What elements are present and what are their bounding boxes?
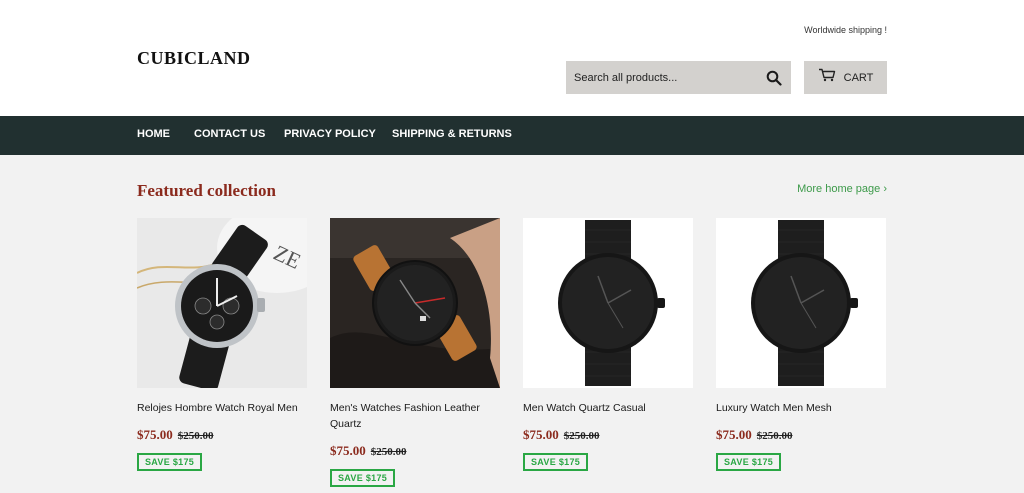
more-home-page-link[interactable]: More home page › (797, 183, 887, 195)
product-card: Men Watch Quartz Casual $75.00 $250.00 S… (523, 218, 693, 471)
search-input[interactable]: Search all products... (574, 72, 757, 84)
product-title[interactable]: Men's Watches Fashion Leather Quartz (330, 400, 500, 432)
save-badge: SAVE $175 (137, 453, 203, 471)
compare-price: $250.00 (756, 430, 793, 442)
compare-price: $250.00 (177, 430, 214, 442)
nav-item-home[interactable]: HOME (137, 128, 170, 140)
save-badge: SAVE $175 (330, 469, 396, 487)
compare-price: $250.00 (563, 430, 600, 442)
price-row: $75.00 $250.00 (716, 427, 886, 443)
product-image[interactable] (716, 218, 886, 388)
product-image[interactable] (330, 218, 500, 388)
cart-label: CART (843, 71, 874, 84)
price-row: $75.00 $250.00 (523, 427, 693, 443)
sale-price: $75.00 (137, 427, 173, 442)
search-bar[interactable]: Search all products... (566, 61, 791, 94)
price-row: $75.00 $250.00 (330, 443, 500, 459)
save-badge: SAVE $175 (716, 453, 782, 471)
sale-price: $75.00 (523, 427, 559, 442)
compare-price: $250.00 (370, 446, 407, 458)
nav-item-contact-us[interactable]: CONTACT US (194, 128, 265, 140)
nav-item-shipping-returns[interactable]: SHIPPING & RETURNS (392, 128, 512, 140)
sale-price: $75.00 (330, 443, 366, 458)
product-card: Luxury Watch Men Mesh $75.00 $250.00 SAV… (716, 218, 886, 471)
shipping-note: Worldwide shipping ! (804, 25, 887, 35)
product-title[interactable]: Luxury Watch Men Mesh (716, 400, 886, 416)
section-title: Featured collection (137, 181, 276, 200)
product-title[interactable]: Relojes Hombre Watch Royal Men (137, 400, 307, 416)
product-card: Men's Watches Fashion Leather Quartz $75… (330, 218, 500, 487)
main-nav: HOME CONTACT US PRIVACY POLICY SHIPPING … (0, 116, 1024, 155)
save-badge: SAVE $175 (523, 453, 589, 471)
price-row: $75.00 $250.00 (137, 427, 307, 443)
product-title[interactable]: Men Watch Quartz Casual (523, 400, 693, 416)
nav-item-privacy-policy[interactable]: PRIVACY POLICY (284, 128, 376, 140)
cart-icon (818, 68, 836, 87)
product-image[interactable]: ZE (137, 218, 307, 388)
sale-price: $75.00 (716, 427, 752, 442)
product-image[interactable] (523, 218, 693, 388)
site-logo[interactable]: CUBICLAND (137, 48, 251, 69)
search-icon[interactable] (757, 61, 791, 94)
site-header: Worldwide shipping ! CUBICLAND Search al… (0, 0, 1024, 116)
product-card: ZE Relojes Hombre Watch Royal Men $75.00… (137, 218, 307, 471)
cart-button[interactable]: CART (804, 61, 887, 94)
